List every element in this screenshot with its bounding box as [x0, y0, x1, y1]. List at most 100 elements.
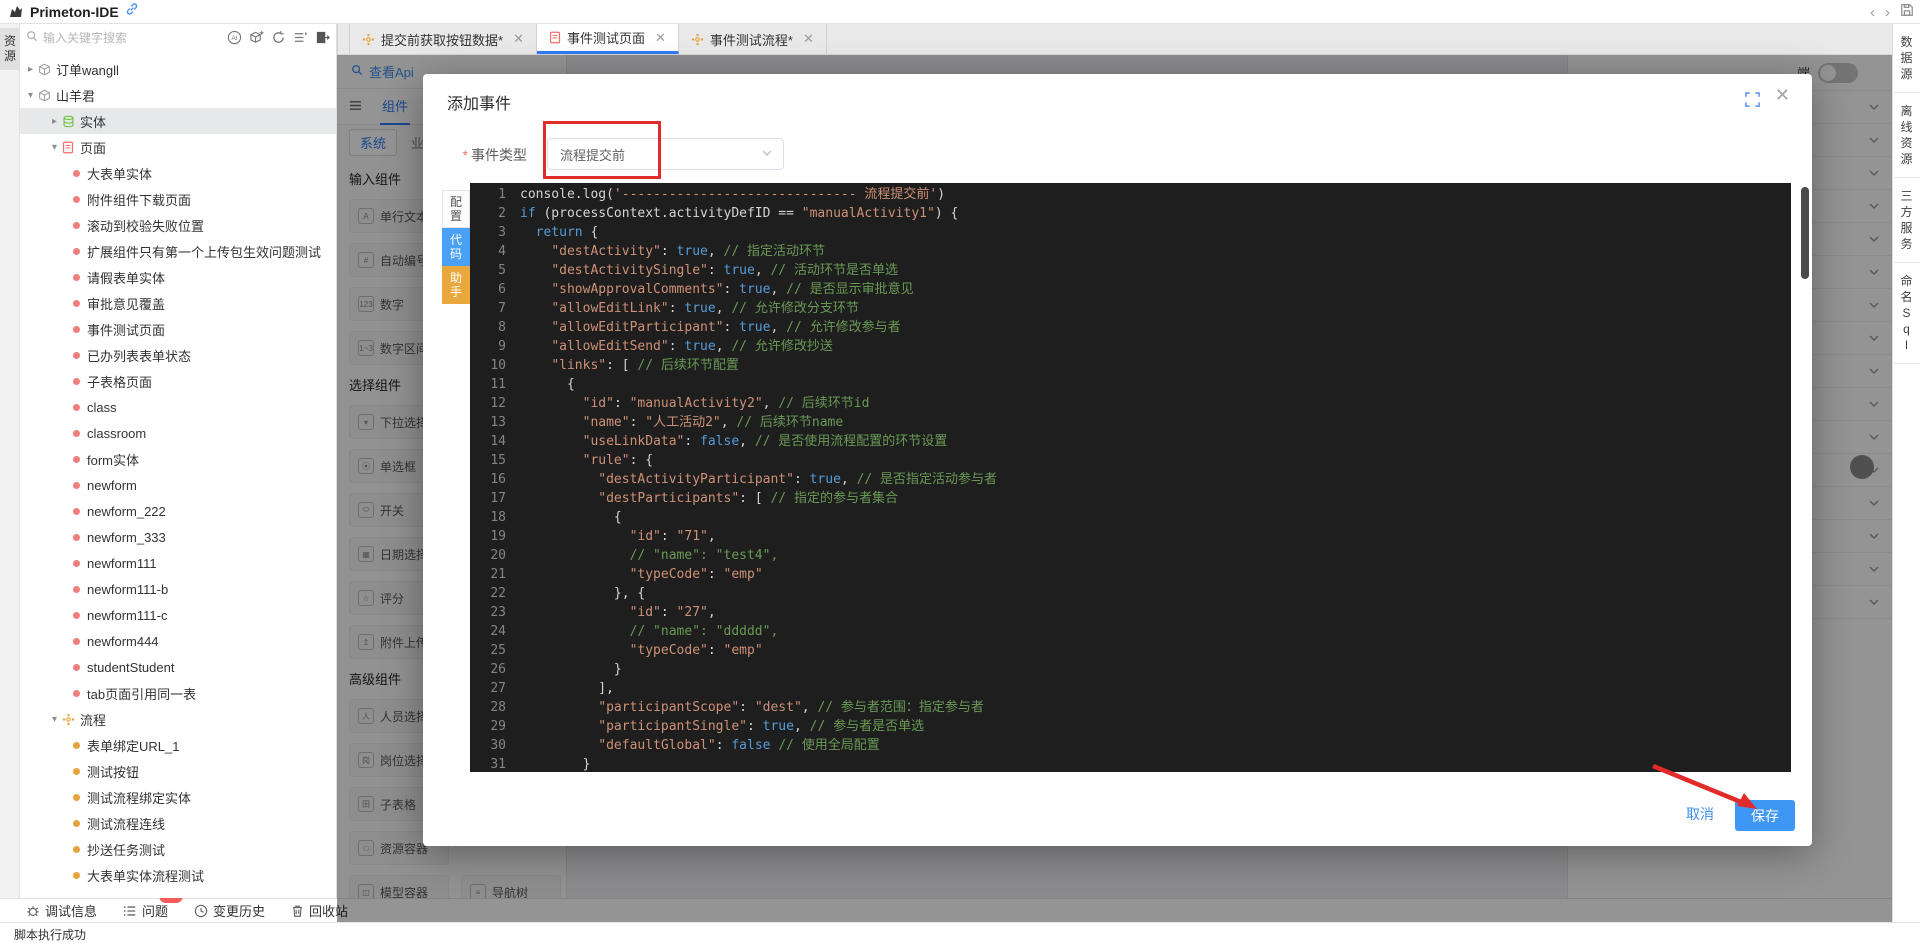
chevron-down-icon[interactable]: ▾	[23, 90, 38, 101]
tree-item[interactable]: newform111-c	[20, 602, 336, 628]
tree-item-label: 请假表单实体	[87, 268, 165, 287]
editor-tab-配置[interactable]: 配置	[442, 190, 470, 228]
tree-item[interactable]: 测试流程连线	[20, 810, 336, 836]
tab-提交前获取按钮数据*[interactable]: 提交前获取按钮数据*✕	[349, 24, 537, 54]
chevron-down-icon[interactable]: ▾	[47, 142, 62, 153]
tree-item[interactable]: newform111	[20, 550, 336, 576]
code-line: 10 "links": [ // 后续环节配置	[470, 356, 1791, 375]
tree-item-label: 测试按钮	[87, 762, 139, 781]
export-icon[interactable]	[315, 30, 330, 45]
code-line: 20 // "name": "test4",	[470, 546, 1791, 565]
line-number: 4	[470, 242, 506, 261]
tree-item-label: 表单绑定URL_1	[87, 736, 179, 755]
tree-item[interactable]: 测试按钮	[20, 758, 336, 784]
tab-close-icon[interactable]: ✕	[803, 31, 814, 47]
right-rail-tab-三方服务[interactable]: 三方服务	[1893, 178, 1920, 263]
tree-item[interactable]: 抄送任务测试	[20, 836, 336, 862]
bottom-item-问题[interactable]: 问题31	[123, 901, 168, 920]
editor-tab-助手[interactable]: 助手	[442, 266, 470, 304]
right-rail-tab-离线资源[interactable]: 离线资源	[1893, 93, 1920, 178]
code-line: 8 "allowEditParticipant": true, // 允许修改参…	[470, 318, 1791, 337]
tree-item[interactable]: newform_222	[20, 498, 336, 524]
right-rail-tab-数据源[interactable]: 数据源	[1893, 24, 1920, 93]
tree-item[interactable]: tab页面引用同一表	[20, 680, 336, 706]
tree-item[interactable]: 附件组件下载页面	[20, 186, 336, 212]
rail-tab-resources[interactable]: 资源	[0, 28, 20, 70]
page-dot-icon	[73, 794, 87, 801]
code-editor[interactable]: 1console.log('--------------------------…	[470, 183, 1791, 772]
tree-item[interactable]: 已办列表表单状态	[20, 342, 336, 368]
tree-item[interactable]: 请假表单实体	[20, 264, 336, 290]
save-file-icon[interactable]	[1900, 3, 1914, 21]
tree-item[interactable]: 审批意见覆盖	[20, 290, 336, 316]
flow-icon	[362, 33, 375, 46]
line-number: 10	[470, 356, 506, 375]
ai-icon[interactable]: AI	[227, 30, 242, 45]
tab-close-icon[interactable]: ✕	[655, 30, 666, 46]
line-number: 31	[470, 755, 506, 772]
svg-text:AI: AI	[231, 35, 237, 42]
cube-add-icon[interactable]	[249, 30, 264, 45]
chevron-right-icon[interactable]: ▸	[47, 116, 62, 127]
page-dot-icon	[73, 248, 87, 255]
code-line: 3 return {	[470, 223, 1791, 242]
page-dot-icon	[73, 872, 87, 879]
tree-item[interactable]: ▸ 实体	[20, 108, 336, 134]
refresh-icon[interactable]	[271, 30, 286, 45]
code-line: 4 "destActivity": true, // 指定活动环节	[470, 242, 1791, 261]
tree-item[interactable]: 测试流程绑定实体	[20, 784, 336, 810]
code-line: 1console.log('--------------------------…	[470, 185, 1791, 204]
tree-item-label: 流程	[80, 710, 106, 729]
tree-item[interactable]: classroom	[20, 420, 336, 446]
page-dot-icon	[73, 638, 87, 645]
tree-item-label: 实体	[80, 112, 106, 131]
bottom-item-label: 调试信息	[45, 901, 97, 920]
list-icon[interactable]	[293, 30, 308, 45]
tab-close-icon[interactable]: ✕	[513, 31, 524, 47]
tree-item-label: 订单wangll	[56, 60, 119, 79]
nav-forward-icon[interactable]: ›	[1885, 4, 1890, 21]
tree-item[interactable]: ▸ 订单wangll	[20, 56, 336, 82]
tree-item[interactable]: 子表格页面	[20, 368, 336, 394]
line-number: 19	[470, 527, 506, 546]
tree-item[interactable]: class	[20, 394, 336, 420]
tree-item[interactable]: 滚动到校验失败位置	[20, 212, 336, 238]
tree-item[interactable]: form实体	[20, 446, 336, 472]
editor-scrollbar[interactable]	[1801, 187, 1809, 279]
left-rail: 资源	[0, 24, 20, 898]
page-dot-icon	[73, 352, 87, 359]
line-number: 15	[470, 451, 506, 470]
tree-item[interactable]: ▾ 流程	[20, 706, 336, 732]
tree-item[interactable]: newform_333	[20, 524, 336, 550]
line-number: 20	[470, 546, 506, 565]
editor-tab-代码[interactable]: 代码	[442, 228, 470, 266]
tree-item[interactable]: 事件测试页面	[20, 316, 336, 342]
tree-item[interactable]: 表单绑定URL_1	[20, 732, 336, 758]
tree-item[interactable]: newform111-b	[20, 576, 336, 602]
right-rail-tab-命名Sql[interactable]: 命名Sql	[1893, 263, 1920, 364]
tree-item[interactable]: studentStudent	[20, 654, 336, 680]
close-icon[interactable]: ✕	[1775, 85, 1790, 106]
nav-back-icon[interactable]: ‹	[1870, 4, 1875, 21]
chevron-right-icon[interactable]: ▸	[23, 64, 38, 75]
line-number: 14	[470, 432, 506, 451]
tree-item[interactable]: ▾页面	[20, 134, 336, 160]
bottom-item-调试信息[interactable]: 调试信息	[26, 901, 97, 920]
tree-item-label: newform111	[87, 556, 157, 571]
tree-item[interactable]: 扩展组件只有第一个上传包生效问题测试	[20, 238, 336, 264]
tree-item[interactable]: newform444	[20, 628, 336, 654]
tab-事件测试流程*[interactable]: 事件测试流程*✕	[679, 24, 827, 54]
tree-item[interactable]: 大表单实体流程测试	[20, 862, 336, 888]
tree-item[interactable]: ▾山羊君	[20, 82, 336, 108]
chevron-down-icon[interactable]: ▾	[47, 714, 62, 725]
tab-事件测试页面[interactable]: 事件测试页面✕	[537, 24, 679, 54]
link-icon[interactable]	[125, 2, 139, 21]
tree-item-label: newform444	[87, 634, 159, 649]
tree-item[interactable]: 大表单实体	[20, 160, 336, 186]
search-input[interactable]: 输入关键字搜索	[26, 29, 227, 46]
bottom-item-变更历史[interactable]: 变更历史	[194, 901, 265, 920]
bottom-item-label: 变更历史	[213, 901, 265, 920]
fullscreen-icon[interactable]	[1745, 92, 1760, 112]
tree-item[interactable]: newform	[20, 472, 336, 498]
sidebar-toolbar: AI	[227, 30, 330, 45]
